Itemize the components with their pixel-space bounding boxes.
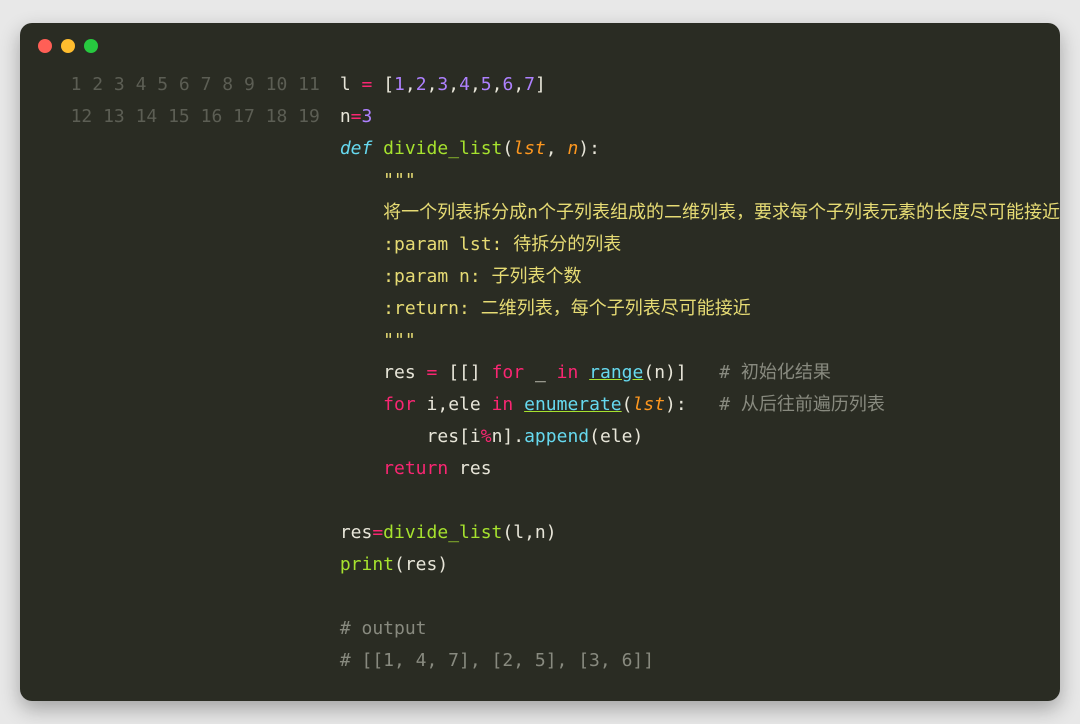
minimize-icon[interactable]	[61, 39, 75, 53]
code-area: 1 2 3 4 5 6 7 8 9 10 11 12 13 14 15 16 1…	[20, 61, 1060, 701]
maximize-icon[interactable]	[84, 39, 98, 53]
code-content[interactable]: l = [1,2,3,4,5,6,7] n=3 def divide_list(…	[340, 69, 1060, 677]
close-icon[interactable]	[38, 39, 52, 53]
code-window: 1 2 3 4 5 6 7 8 9 10 11 12 13 14 15 16 1…	[20, 23, 1060, 701]
line-number-gutter: 1 2 3 4 5 6 7 8 9 10 11 12 13 14 15 16 1…	[20, 69, 340, 677]
window-titlebar	[20, 23, 1060, 61]
